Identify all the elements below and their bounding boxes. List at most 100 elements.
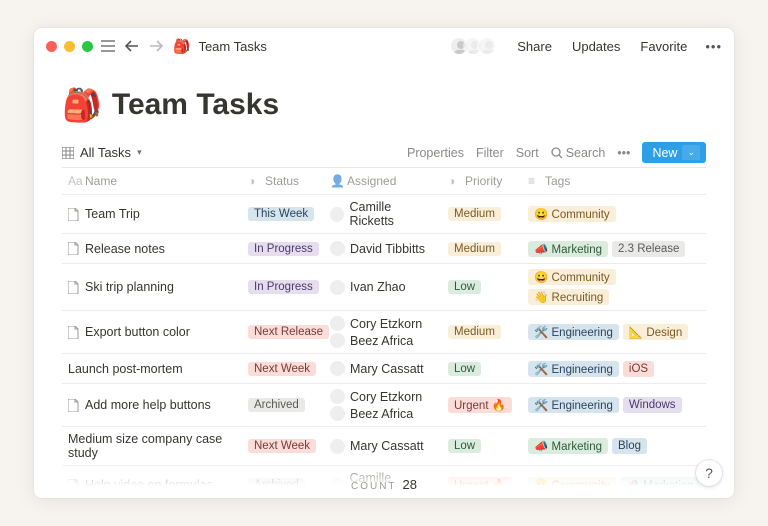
favorite-button[interactable]: Favorite (640, 39, 687, 54)
menu-icon[interactable] (101, 40, 117, 52)
name-cell[interactable]: Team Trip (62, 195, 242, 233)
minimize-window-button[interactable] (64, 41, 75, 52)
page-icon (68, 281, 80, 294)
status-cell[interactable]: Next Release (242, 311, 324, 353)
row-name: Launch post-mortem (68, 362, 183, 376)
maximize-window-button[interactable] (82, 41, 93, 52)
avatar (330, 361, 345, 376)
close-window-button[interactable] (46, 41, 57, 52)
tags-cell[interactable]: 🛠️ EngineeringiOS (522, 354, 706, 383)
select-icon: ◑ (248, 174, 260, 188)
priority-pill: Urgent 🔥 (448, 397, 512, 413)
page-title[interactable]: Team Tasks (112, 88, 279, 122)
view-more-button[interactable]: ••• (617, 146, 630, 160)
column-header-name[interactable]: AaName (62, 168, 242, 194)
priority-cell[interactable]: Medium (442, 234, 522, 263)
assignee: Mary Cassatt (330, 361, 424, 376)
status-cell[interactable]: In Progress (242, 234, 324, 263)
assigned-cell[interactable]: Cory Etzkorn Beez Africa (324, 384, 442, 426)
breadcrumb-emoji: 🎒 (173, 38, 190, 55)
table-row[interactable]: Ski trip planning In Progress Ivan ZhaoLow… (62, 264, 706, 311)
tags-cell[interactable]: 🛠️ EngineeringWindows (522, 384, 706, 426)
view-switcher[interactable]: All Tasks ▾ (62, 145, 142, 160)
table-row[interactable]: Export button colorNext ReleaseCory Etzk… (62, 311, 706, 354)
status-cell[interactable]: Archived (242, 384, 324, 426)
priority-pill: Low (448, 439, 481, 453)
tags-cell[interactable]: 😀 Community👋 Recruiting (522, 264, 706, 310)
presence-avatars[interactable] (455, 36, 497, 56)
assigned-cell[interactable]: Mary Cassatt (324, 427, 442, 465)
search-button[interactable]: Search (551, 146, 606, 160)
tag-pill: 🛠️ Engineering (528, 361, 619, 377)
assignee: Beez Africa (330, 406, 422, 421)
status-cell[interactable]: This Week (242, 195, 324, 233)
status-cell[interactable]: Next Week (242, 427, 324, 465)
assignee-name: Cory Etzkorn (350, 317, 422, 331)
updates-button[interactable]: Updates (572, 39, 620, 54)
view-controls: Properties Filter Sort Search ••• New ⌄ (407, 142, 706, 163)
tags-cell[interactable]: 📣 Marketing2.3 Release (522, 234, 706, 263)
page-emoji[interactable]: 🎒 (62, 86, 102, 124)
filter-button[interactable]: Filter (476, 146, 504, 160)
assigned-cell[interactable]: Mary Cassatt (324, 354, 442, 383)
table-row[interactable]: Team TripThis WeekCamille RickettsMedium… (62, 195, 706, 234)
avatar (330, 241, 345, 256)
column-header-priority[interactable]: ◑Priority (442, 168, 522, 194)
priority-cell[interactable]: Urgent 🔥 (442, 384, 522, 426)
breadcrumb-title[interactable]: Team Tasks (198, 39, 266, 54)
name-cell[interactable]: Add more help buttons (62, 384, 242, 426)
column-header-status[interactable]: ◑Status (242, 168, 324, 194)
assigned-cell[interactable]: Camille Ricketts (324, 195, 442, 233)
priority-cell[interactable]: Medium (442, 311, 522, 353)
name-cell[interactable]: Ski trip planning (62, 264, 242, 310)
tags-cell[interactable]: 📣 MarketingBlog (522, 427, 706, 465)
assigned-cell[interactable]: Ivan Zhao (324, 264, 442, 310)
name-cell[interactable]: Launch post-mortem (62, 354, 242, 383)
more-menu-button[interactable]: ••• (705, 39, 722, 54)
name-cell[interactable]: Release notes (62, 234, 242, 263)
priority-pill: Medium (448, 325, 501, 339)
back-button[interactable] (125, 40, 141, 52)
row-name: Medium size company case study (68, 432, 236, 460)
table-row[interactable]: Release notesIn ProgressDavid TibbittsMe… (62, 234, 706, 264)
page-header: 🎒 Team Tasks (62, 86, 706, 124)
table-row[interactable]: Medium size company case studyNext WeekM… (62, 427, 706, 466)
tags-cell[interactable]: 😀 Community📣 Marketing (522, 466, 706, 498)
page-icon (68, 326, 80, 339)
assigned-cell[interactable]: Cory Etzkorn Beez Africa (324, 311, 442, 353)
forward-button[interactable] (149, 40, 165, 52)
page-content: 🎒 Team Tasks All Tasks ▾ Properties Filt… (34, 64, 734, 498)
window-controls (46, 41, 93, 52)
tags-cell[interactable]: 🛠️ Engineering📐 Design (522, 311, 706, 353)
name-cell[interactable]: Help video on formulas (62, 466, 242, 498)
share-button[interactable]: Share (517, 39, 552, 54)
tags-cell[interactable]: 😀 Community (522, 195, 706, 233)
name-cell[interactable]: Medium size company case study (62, 427, 242, 465)
column-header-assigned[interactable]: 👤Assigned (324, 168, 442, 194)
help-button[interactable]: ? (696, 460, 722, 486)
priority-cell[interactable]: Medium (442, 195, 522, 233)
avatar (477, 36, 497, 56)
properties-button[interactable]: Properties (407, 146, 464, 160)
assignee-name: Cory Etzkorn (350, 390, 422, 404)
table-row[interactable]: Launch post-mortem Next Week Mary Cassatt L… (62, 354, 706, 384)
table-row[interactable]: Add more help buttonsArchivedCory Etzkor… (62, 384, 706, 427)
assignee-name: Beez Africa (350, 334, 413, 348)
select-icon: ◑ (448, 174, 460, 188)
titlebar: 🎒 Team Tasks Share Updates Favorite ••• (34, 28, 734, 64)
assigned-cell[interactable]: David Tibbitts (324, 234, 442, 263)
status-pill: In Progress (248, 280, 319, 294)
title-icon: Aa (68, 174, 80, 188)
priority-cell[interactable]: Low (442, 264, 522, 310)
new-button[interactable]: New ⌄ (642, 142, 706, 163)
name-cell[interactable]: Export button color (62, 311, 242, 353)
priority-cell[interactable]: Urgent 🔥 (442, 466, 522, 498)
status-cell[interactable]: In Progress (242, 264, 324, 310)
view-bar: All Tasks ▾ Properties Filter Sort Searc… (62, 142, 706, 163)
priority-cell[interactable]: Low (442, 354, 522, 383)
status-cell[interactable]: Archived (242, 466, 324, 498)
sort-button[interactable]: Sort (516, 146, 539, 160)
priority-cell[interactable]: Low (442, 427, 522, 465)
column-header-tags[interactable]: ≡Tags (522, 168, 706, 194)
status-cell[interactable]: Next Week (242, 354, 324, 383)
